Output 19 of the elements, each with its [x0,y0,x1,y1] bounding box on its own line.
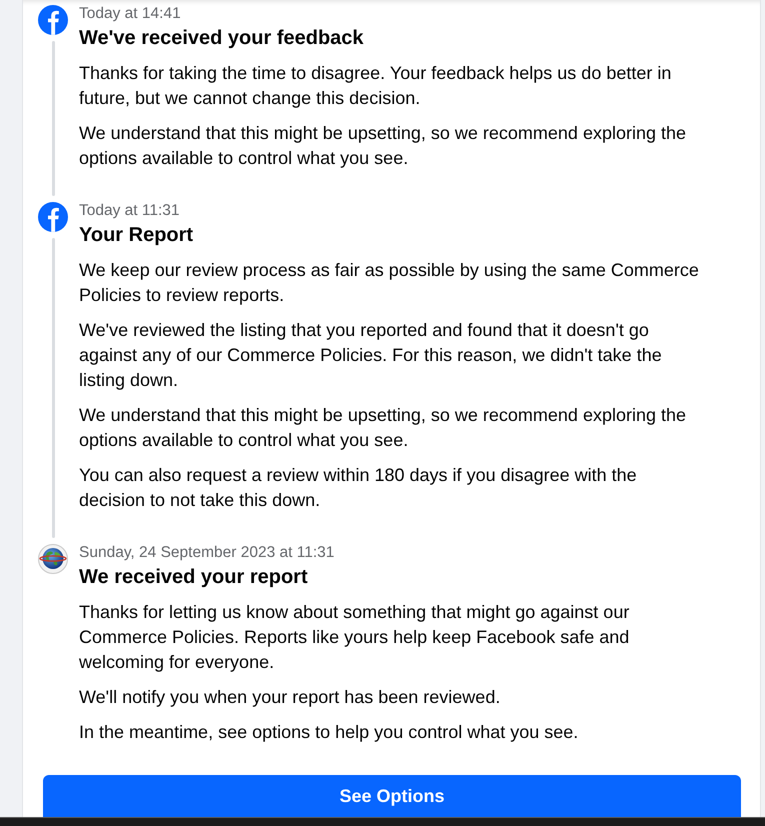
message-title: Your Report [79,223,194,248]
message-text: We'll notify you when your report has been reviewed. [79,686,502,709]
message-title: We received your report [79,565,309,590]
message-text: We keep our review process as fair as possible by using the same Commerce Policies to review reports. [79,259,700,307]
message-text: Thanks for letting us know about something that might go against our Commerce Policies. Reports like yours help keep Facebook safe and welcoming for everyone. [79,601,630,674]
timestamp: Today at 11:31 [79,201,181,221]
globe-icon [38,544,68,574]
f-logo-icon [38,202,68,232]
message-text: We understand that this might be upsetting, so we recommend exploring the options available to control what you see. [79,404,688,452]
message-text: We've reviewed the listing that you reported and found that it doesn't go against any of our Commerce Policies. For this reason, we didn't take the listing down. [79,319,663,392]
timestamp: Sunday, 24 September 2023 at 11:31 [79,543,336,563]
see-options-button[interactable]: See Options [43,775,741,817]
message-text: Thanks for taking the time to disagree. Your feedback helps us do better in future, but we cannot change this decision. [79,62,672,110]
message-text: In the meantime, see options to help you control what you see. [79,721,580,744]
message-text: You can also request a review within 180 days if you disagree with the decision to not take this down. [79,464,638,512]
message-text: We understand that this might be upsetting, so we recommend exploring the options available to control what you see. [79,122,688,170]
f-logo-icon [38,5,68,35]
timestamp: Today at 14:41 [79,4,182,24]
message-title: We've received your feedback [79,26,365,51]
